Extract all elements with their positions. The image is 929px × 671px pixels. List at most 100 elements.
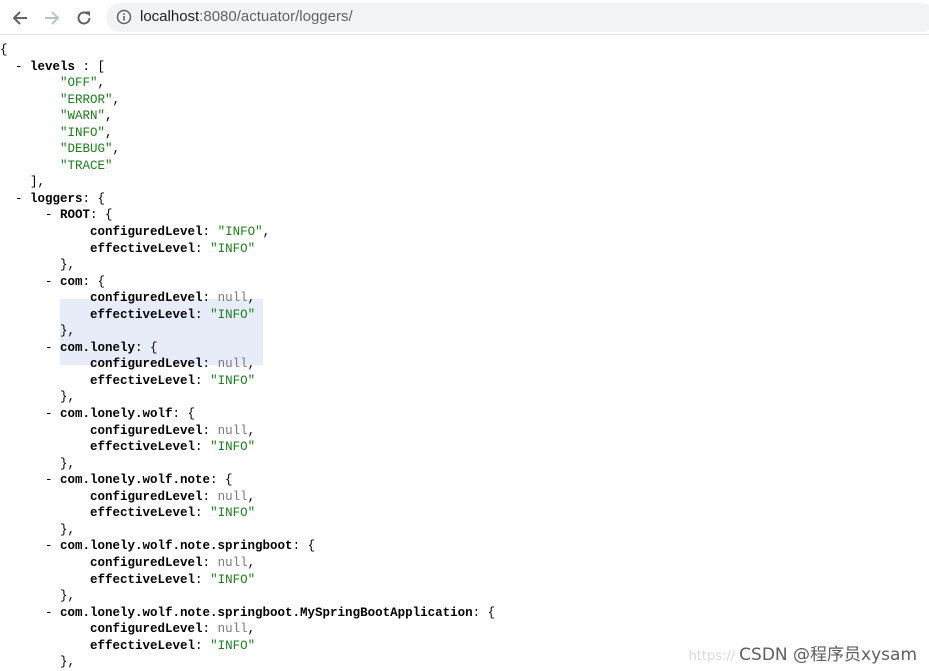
address-bar[interactable]: localhost:8080/actuator/loggers/ [106,3,929,32]
logger-name: com [60,274,83,289]
json-key: effectiveLevel [90,307,196,322]
url-host: localhost [140,8,200,25]
back-button[interactable] [8,6,32,30]
levels-line: - levels : [ [0,59,106,74]
json-null: null [217,357,248,372]
collapse-toggle[interactable]: - [0,606,60,620]
collapse-toggle[interactable]: - [0,60,30,74]
json-string: "INFO" [210,373,256,388]
json-null: null [217,622,248,637]
json-key: configuredLevel [90,225,203,240]
json-key: effectiveLevel [90,373,196,388]
effective-level-line: effectiveLevel: "INFO" [90,506,256,521]
json-key: configuredLevel [90,622,203,637]
logger-name: com.lonely.wolf [60,407,173,422]
level-item: "WARN", [60,109,113,124]
configured-level-line: configuredLevel: "INFO", [90,225,271,240]
reload-icon [77,11,91,25]
json-key: configuredLevel [90,291,203,306]
json-key: levels [30,59,76,74]
collapse-toggle[interactable]: - [0,473,60,487]
logger-name: com.lonely.wolf.note.springboot.MySpring… [60,605,473,620]
logger-name: ROOT [60,208,91,223]
level-item: "TRACE" [0,158,929,175]
logger-close: }, [0,522,76,537]
json-string: "INFO" [210,307,256,322]
json-string: "INFO" [60,125,106,140]
url-text: localhost:8080/actuator/loggers/ [140,8,353,25]
watermark: https://CSDN @程序员xysam [689,640,917,665]
url-path: :8080/actuator/loggers/ [199,8,353,25]
json-null: null [217,291,248,306]
collapse-toggle[interactable]: - [0,275,60,289]
level-item: "INFO", [60,125,113,140]
json-key: effectiveLevel [90,638,196,653]
json-string: "INFO" [217,225,263,240]
logger-line: - com.lonely.wolf.note: { [0,473,233,488]
collapse-toggle[interactable]: - [0,192,30,206]
json-key: effectiveLevel [90,440,196,455]
collapse-toggle[interactable]: - [0,539,60,553]
json-string: "TRACE" [60,158,113,173]
json-key: effectiveLevel [90,506,196,521]
json-null: null [217,489,248,504]
json-key: effectiveLevel [90,241,196,256]
configured-level-line: configuredLevel: null, [90,423,256,438]
json-string: "INFO" [210,506,256,521]
json-open-brace: { [0,43,8,57]
logger-line: - com.lonely: { [0,340,158,355]
forward-button[interactable] [40,6,64,30]
level-item: "OFF", [60,76,106,91]
arrow-left-icon [12,11,27,25]
reload-button[interactable] [72,6,96,30]
logger-line: - com.lonely.wolf.note.springboot.MySpri… [0,605,496,620]
level-item: "DEBUG", [60,142,121,157]
configured-level-line: configuredLevel: null, [90,555,256,570]
logger-close: }, [0,258,76,273]
collapse-toggle[interactable]: - [0,341,60,355]
json-key: configuredLevel [90,357,203,372]
info-icon[interactable] [116,9,132,25]
json-string: "DEBUG" [60,142,113,157]
effective-level-line: effectiveLevel: "INFO" [90,373,256,388]
logger-line: - com.lonely.wolf: { [0,407,196,422]
levels-close: ], [0,175,46,190]
json-string: "INFO" [210,440,256,455]
logger-name: com.lonely.wolf.note.springboot [60,539,293,554]
json-null: null [217,423,248,438]
logger-close: }, [0,324,76,339]
configured-level-line: configuredLevel: null, [90,489,256,504]
json-string: "OFF" [60,76,98,91]
json-key: configuredLevel [90,555,203,570]
json-viewer: { - levels : [ "OFF", "ERROR", "WARN", "… [0,42,929,671]
arrow-right-icon [45,11,60,25]
logger-line: - com: { [0,274,106,289]
json-key: configuredLevel [90,489,203,504]
json-string: "WARN" [60,109,106,124]
json-string: "ERROR" [60,92,113,107]
json-key: loggers [30,191,83,206]
logger-close: }, [0,456,76,471]
json-key: effectiveLevel [90,572,196,587]
logger-close: }, [0,589,76,604]
logger-name: com.lonely [60,340,136,355]
json-string: "INFO" [210,572,256,587]
json-string: "INFO" [210,638,256,653]
logger-close: }, [0,390,76,405]
effective-level-line: effectiveLevel: "INFO" [90,440,256,455]
watermark-text: CSDN @程序员xysam [739,645,917,665]
effective-level-line: effectiveLevel: "INFO" [90,572,256,587]
browser-toolbar: localhost:8080/actuator/loggers/ [0,0,929,35]
level-item: "ERROR", [60,92,121,107]
effective-level-line: effectiveLevel: "INFO" [90,307,256,322]
json-null: null [217,555,248,570]
loggers-line: - loggers: { [0,191,106,206]
collapse-toggle[interactable]: - [0,407,60,421]
effective-level-line: effectiveLevel: "INFO" [90,241,256,256]
json-string: "INFO" [210,241,256,256]
configured-level-line: configuredLevel: null, [90,291,256,306]
logger-line: - com.lonely.wolf.note.springboot: { [0,539,316,554]
configured-level-line: configuredLevel: null, [90,622,256,637]
collapse-toggle[interactable]: - [0,208,60,222]
configured-level-line: configuredLevel: null, [90,357,256,372]
